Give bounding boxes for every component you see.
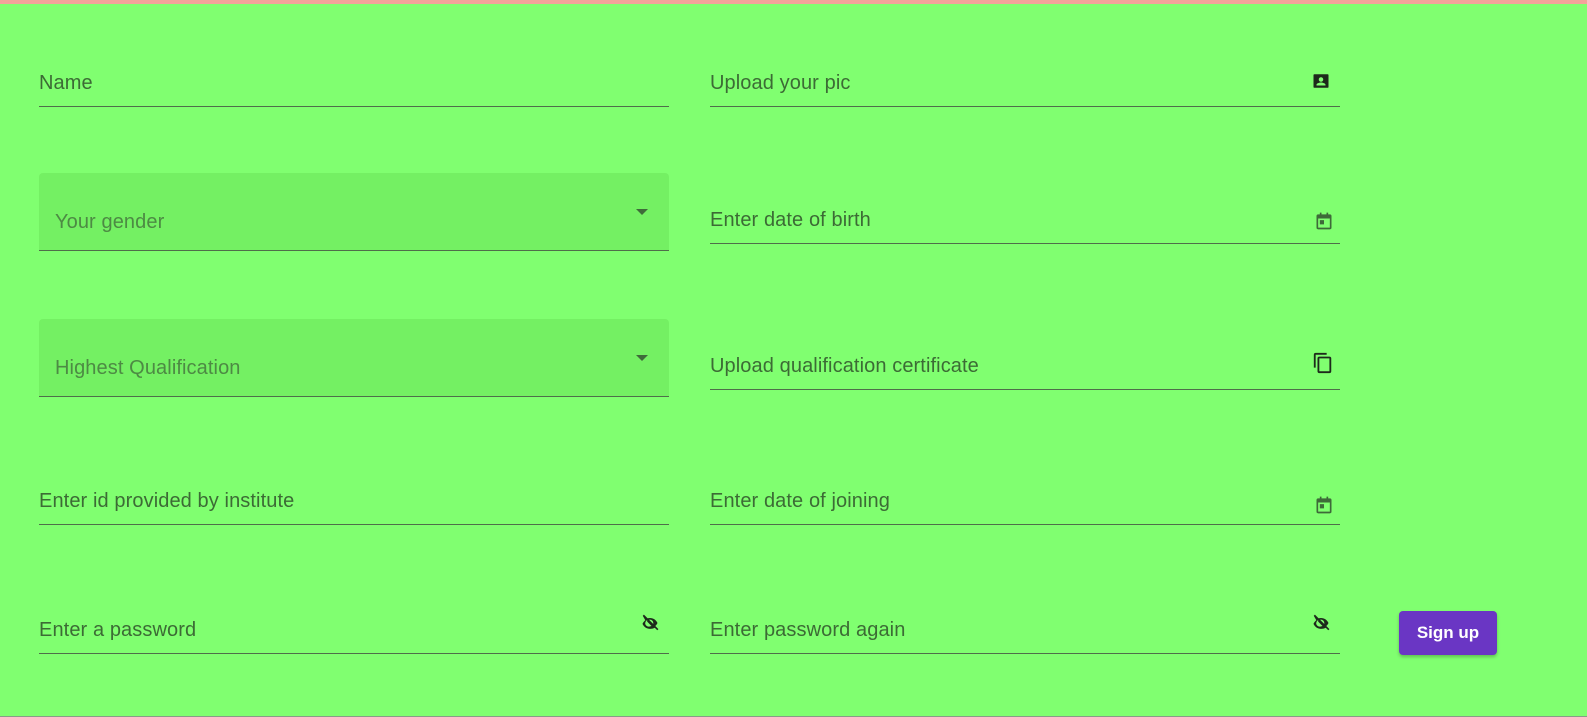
gender-select-label: Your gender [55, 211, 165, 233]
institute-id-field[interactable]: Enter id provided by institute [39, 477, 669, 525]
dropdown-arrow-icon[interactable] [636, 209, 648, 215]
name-field[interactable]: Name [39, 60, 669, 107]
confirm-password-field[interactable]: Enter password again [710, 605, 1340, 654]
qualification-select-label: Highest Qualification [55, 357, 241, 379]
date-of-joining-label: Enter date of joining [710, 490, 891, 512]
visibility-off-icon[interactable] [640, 613, 660, 633]
password-label: Enter a password [39, 619, 197, 641]
certificate-upload-field[interactable]: Upload qualification certificate [710, 343, 1340, 390]
copy-icon[interactable] [1312, 352, 1334, 374]
institute-id-label: Enter id provided by institute [39, 490, 295, 512]
signup-form-page: Name Upload your pic Your gender Enter d… [0, 0, 1587, 717]
qualification-select[interactable]: Highest Qualification [39, 319, 669, 397]
date-of-birth-label: Enter date of birth [710, 209, 871, 231]
contact-card-icon[interactable] [1312, 72, 1330, 90]
dropdown-arrow-icon[interactable] [636, 355, 648, 361]
date-of-birth-field[interactable]: Enter date of birth [710, 197, 1340, 244]
confirm-password-label: Enter password again [710, 619, 906, 641]
gender-select[interactable]: Your gender [39, 173, 669, 251]
photo-upload-field[interactable]: Upload your pic [710, 60, 1340, 107]
date-of-joining-field[interactable]: Enter date of joining [710, 477, 1340, 525]
photo-upload-label: Upload your pic [710, 72, 851, 94]
certificate-upload-label: Upload qualification certificate [710, 355, 979, 377]
name-label: Name [39, 72, 93, 94]
visibility-off-icon[interactable] [1311, 613, 1331, 633]
password-field[interactable]: Enter a password [39, 605, 669, 654]
sign-up-button[interactable]: Sign up [1399, 611, 1497, 655]
calendar-icon[interactable] [1314, 495, 1334, 515]
calendar-icon[interactable] [1314, 211, 1334, 231]
